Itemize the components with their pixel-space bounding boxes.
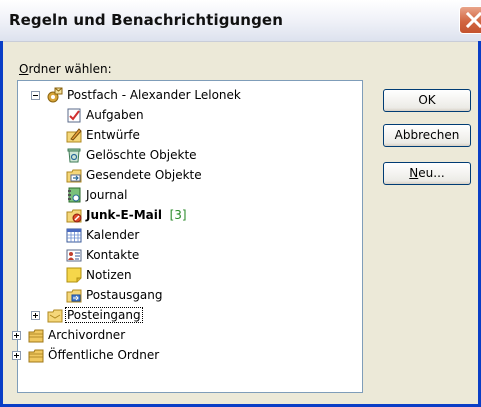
tree-item-gesendete-objekte[interactable]: Gesendete Objekte	[18, 165, 358, 185]
tree-item-label: Kalender	[86, 228, 140, 242]
expand-toggle[interactable]	[12, 331, 21, 340]
tree-item-label: Journal	[86, 188, 128, 202]
tree-item-notizen[interactable]: Notizen	[18, 265, 358, 285]
close-button[interactable]	[459, 6, 481, 34]
close-icon	[465, 11, 481, 29]
ok-button[interactable]: OK	[383, 89, 471, 112]
tasks-icon	[67, 108, 81, 123]
contacts-icon	[66, 249, 82, 262]
tree-item-label-wrap: Posteingang	[65, 305, 143, 325]
tree-item-label: Aufgaben	[86, 108, 144, 122]
notes-icon	[66, 267, 82, 283]
tree-item-geloeschte-objekte[interactable]: Gelöschte Objekte	[18, 145, 358, 165]
window-title: Regeln und Benachrichtigungen	[9, 11, 283, 29]
tree-item-label: Gelöschte Objekte	[86, 148, 197, 162]
tree-item-label: Kontakte	[86, 248, 140, 262]
tree-item-junk-mail[interactable]: Junk-E-Mail [3]	[18, 205, 358, 225]
cancel-button[interactable]: Abbrechen	[383, 124, 471, 147]
tree-item-label: Junk-E-Mail	[86, 208, 162, 222]
drafts-icon	[66, 128, 82, 143]
tree-item-aufgaben[interactable]: Aufgaben	[18, 105, 358, 125]
expand-toggle[interactable]	[31, 311, 40, 320]
new-button[interactable]: Neu...	[383, 162, 471, 185]
outbox-icon	[66, 289, 82, 303]
tree-item-mailbox[interactable]: Postfach - Alexander Lelonek	[18, 85, 358, 105]
deleted-items-icon	[67, 148, 81, 163]
public-folders-icon	[28, 349, 44, 363]
title-bar: Regeln und Benachrichtigungen	[0, 0, 481, 42]
sent-items-icon	[66, 169, 82, 183]
collapse-toggle[interactable]	[31, 91, 40, 100]
tree-item-posteingang[interactable]: Posteingang	[18, 305, 358, 325]
tree-item-kalender[interactable]: Kalender	[18, 225, 358, 245]
unread-count-badge: [3]	[169, 208, 187, 222]
tree-item-label: Notizen	[86, 268, 132, 282]
tree-item-label: Öffentliche Ordner	[48, 348, 160, 362]
inbox-icon	[47, 309, 63, 323]
folder-label-rest: rdner wählen:	[28, 62, 112, 76]
journal-icon	[68, 187, 81, 203]
tree-item-label: Postfach - Alexander Lelonek	[67, 88, 241, 102]
tree-item-label: Postausgang	[86, 288, 163, 302]
tree-item-archivordner[interactable]: Archivordner	[12, 325, 358, 345]
tree-item-label: Gesendete Objekte	[86, 168, 202, 182]
mailbox-icon	[47, 87, 63, 103]
expand-toggle[interactable]	[12, 351, 21, 360]
tree-item-label-group: Junk-E-Mail [3]	[86, 205, 187, 225]
tree-item-postausgang[interactable]: Postausgang	[18, 285, 358, 305]
tree-item-label: Archivordner	[48, 328, 126, 342]
junk-mail-icon	[66, 209, 82, 223]
tree-item-entwuerfe[interactable]: Entwürfe	[18, 125, 358, 145]
tree-item-label: Posteingang	[65, 307, 143, 323]
archive-folder-icon	[28, 329, 44, 343]
folder-tree[interactable]: Postfach - Alexander Lelonek Aufgaben En…	[12, 80, 363, 393]
tree-item-label: Entwürfe	[86, 128, 140, 142]
tree-item-kontakte[interactable]: Kontakte	[18, 245, 358, 265]
tree-item-journal[interactable]: Journal	[18, 185, 358, 205]
tree-item-oeffentliche-ordner[interactable]: Öffentliche Ordner	[12, 345, 358, 365]
new-button-accel: N	[409, 166, 419, 180]
window-frame-left	[0, 41, 3, 407]
folder-select-label: Ordner wählen:	[19, 62, 112, 76]
calendar-icon	[66, 228, 82, 243]
new-button-rest: eu...	[418, 166, 445, 180]
